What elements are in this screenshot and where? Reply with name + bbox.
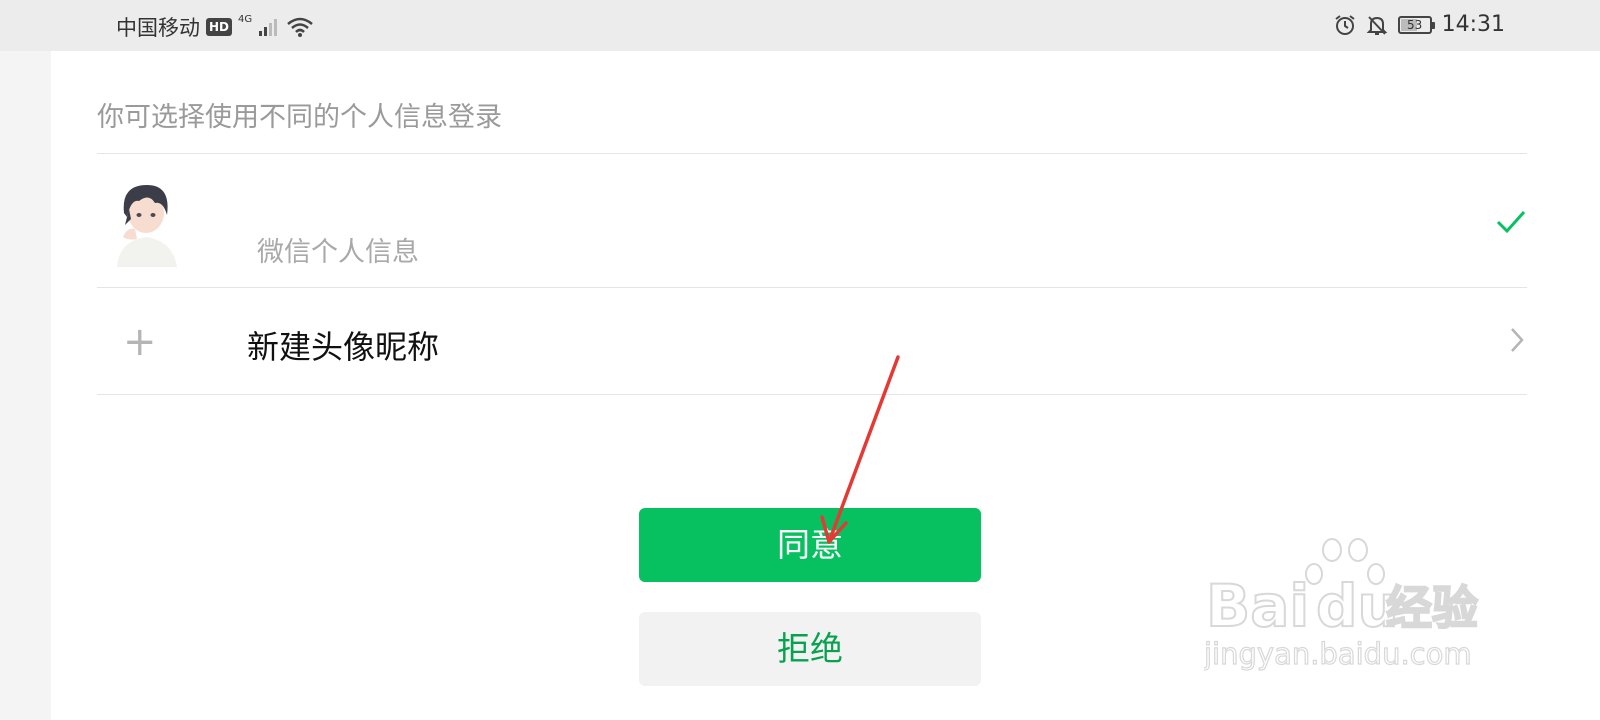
watermark-brand-suffix: 经验 (1386, 581, 1478, 635)
chevron-right-icon (1511, 328, 1524, 352)
battery-icon: 53 (1397, 15, 1435, 34)
mute-icon (1366, 15, 1388, 35)
wifi-icon (287, 17, 313, 37)
status-left-group: 中国移动 HD 4G (116, 12, 314, 42)
battery-level: 53 (1406, 17, 1423, 32)
baidu-watermark-logo: Bai du 经验 jingyan.baidu.com (1204, 538, 1479, 672)
divider (97, 394, 1527, 395)
agree-button[interactable]: 同意 (639, 508, 981, 582)
avatar-image (109, 179, 183, 267)
section-title: 你可选择使用不同的个人信息登录 (97, 102, 502, 133)
watermark-brand: Bai (1206, 572, 1309, 640)
signal-icon (259, 19, 278, 36)
option-wechat-profile[interactable]: 微信个人信息 (97, 154, 1527, 288)
refuse-button[interactable]: 拒绝 (639, 612, 981, 686)
option-label: 微信个人信息 (257, 237, 419, 268)
carrier-name: 中国移动 (116, 16, 200, 40)
network-type: 4G (238, 14, 253, 25)
left-gutter (0, 51, 51, 720)
status-right-group: 53 14:31 (1334, 12, 1505, 37)
plus-icon: + (123, 319, 157, 365)
status-bar: 中国移动 HD 4G 53 14:31 (0, 0, 1600, 51)
checkmark-icon (1496, 210, 1526, 234)
watermark-url: jingyan.baidu.com (1204, 637, 1472, 671)
option-label: 新建头像昵称 (247, 328, 440, 366)
clock-time: 14:31 (1441, 12, 1505, 37)
option-new-profile[interactable]: + 新建头像昵称 (97, 288, 1527, 394)
hd-badge: HD (206, 18, 233, 36)
alarm-icon (1334, 14, 1355, 35)
